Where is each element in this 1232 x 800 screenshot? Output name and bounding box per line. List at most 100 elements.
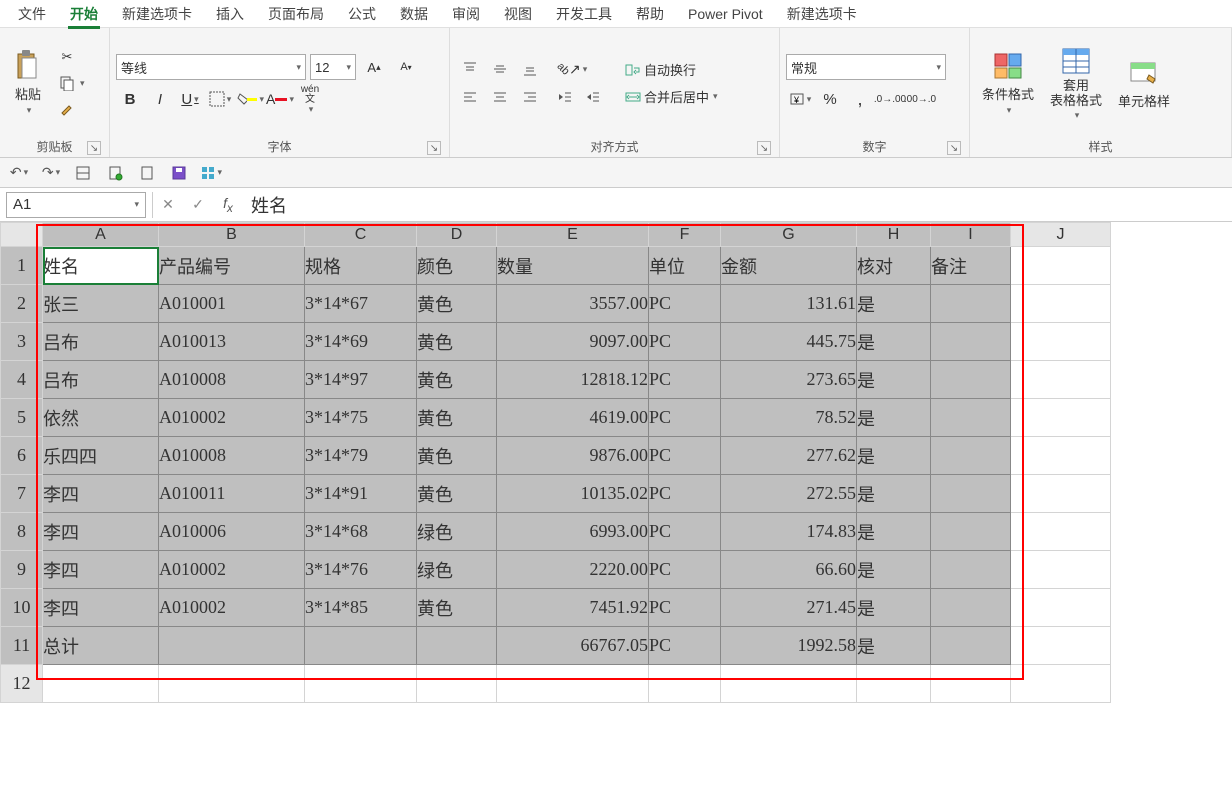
cell[interactable]: PC [649, 513, 721, 551]
cell[interactable]: 总计 [43, 627, 159, 665]
cell[interactable]: 黄色 [417, 399, 497, 437]
font-launcher[interactable]: ↘ [427, 141, 441, 155]
row-header-6[interactable]: 6 [1, 437, 43, 475]
number-format-select[interactable]: 常规▾ [786, 54, 946, 80]
align-top-button[interactable] [456, 56, 484, 82]
cell[interactable]: 乐四四 [43, 437, 159, 475]
decrease-decimal-button[interactable]: .00→.0 [906, 86, 934, 112]
cell[interactable]: A010002 [159, 589, 305, 627]
cell[interactable]: 数量 [497, 247, 649, 285]
tab-11[interactable]: Power Pivot [676, 2, 775, 26]
cell[interactable] [1011, 437, 1111, 475]
cell[interactable] [649, 665, 721, 703]
row-header-2[interactable]: 2 [1, 285, 43, 323]
cell[interactable]: A010001 [159, 285, 305, 323]
wrap-text-button[interactable]: 自动换行 [620, 58, 722, 81]
col-header-E[interactable]: E [497, 223, 649, 247]
increase-indent-button[interactable] [580, 84, 606, 110]
cell[interactable]: 黄色 [417, 361, 497, 399]
cell[interactable] [1011, 285, 1111, 323]
underline-button[interactable]: U▾ [176, 86, 204, 112]
align-center-button[interactable] [486, 84, 514, 110]
cell[interactable]: 依然 [43, 399, 159, 437]
cell[interactable] [931, 323, 1011, 361]
cell[interactable]: PC [649, 551, 721, 589]
cell[interactable]: 规格 [305, 247, 417, 285]
cell[interactable]: 3*14*68 [305, 513, 417, 551]
cell[interactable]: 黄色 [417, 589, 497, 627]
cell[interactable]: 3*14*91 [305, 475, 417, 513]
select-all-corner[interactable] [1, 223, 43, 247]
cell[interactable]: 黄色 [417, 323, 497, 361]
row-header-7[interactable]: 7 [1, 475, 43, 513]
cell[interactable]: 绿色 [417, 513, 497, 551]
cell[interactable]: 9097.00 [497, 323, 649, 361]
cell[interactable]: 3*14*67 [305, 285, 417, 323]
tab-0[interactable]: 文件 [6, 0, 58, 28]
col-header-A[interactable]: A [43, 223, 159, 247]
cell[interactable]: A010008 [159, 361, 305, 399]
decrease-font-button[interactable]: A▾ [392, 54, 420, 80]
cancel-formula-button[interactable]: ✕ [153, 192, 183, 218]
cell[interactable]: A010002 [159, 399, 305, 437]
row-header-8[interactable]: 8 [1, 513, 43, 551]
orientation-button[interactable]: ab↗▾ [552, 56, 592, 82]
cell[interactable]: PC [649, 475, 721, 513]
cell[interactable] [931, 589, 1011, 627]
fx-button[interactable]: fx [213, 192, 243, 218]
tab-12[interactable]: 新建选项卡 [775, 0, 869, 28]
cell[interactable]: A010013 [159, 323, 305, 361]
cell[interactable] [1011, 399, 1111, 437]
col-header-B[interactable]: B [159, 223, 305, 247]
cell[interactable] [931, 475, 1011, 513]
redo-button[interactable]: ↷▾ [40, 162, 62, 184]
cell[interactable]: 单位 [649, 247, 721, 285]
cell[interactable]: A010002 [159, 551, 305, 589]
cell[interactable]: 是 [857, 399, 931, 437]
clipboard-launcher[interactable]: ↘ [87, 141, 101, 155]
cell[interactable] [931, 513, 1011, 551]
cell[interactable] [931, 627, 1011, 665]
cell[interactable] [1011, 513, 1111, 551]
cell[interactable]: A010006 [159, 513, 305, 551]
copy-button[interactable]: ▾ [54, 72, 89, 94]
cell[interactable] [931, 285, 1011, 323]
cell[interactable]: 78.52 [721, 399, 857, 437]
tab-2[interactable]: 新建选项卡 [110, 0, 204, 28]
cell[interactable]: 姓名 [43, 247, 159, 285]
cell[interactable]: 66.60 [721, 551, 857, 589]
merge-center-button[interactable]: 合并后居中▾ [620, 85, 722, 108]
cell[interactable]: 7451.92 [497, 589, 649, 627]
cell[interactable] [931, 437, 1011, 475]
tab-4[interactable]: 页面布局 [256, 0, 336, 28]
row-header-5[interactable]: 5 [1, 399, 43, 437]
cell[interactable]: A010011 [159, 475, 305, 513]
col-header-F[interactable]: F [649, 223, 721, 247]
cell[interactable]: 黄色 [417, 285, 497, 323]
font-color-button[interactable]: A▾ [266, 86, 294, 112]
cell[interactable]: 是 [857, 361, 931, 399]
cell[interactable]: 272.55 [721, 475, 857, 513]
enter-formula-button[interactable]: ✓ [183, 192, 213, 218]
format-as-table-button[interactable]: 套用 表格格式▾ [1044, 43, 1108, 123]
cell[interactable]: PC [649, 323, 721, 361]
conditional-format-button[interactable]: 条件格式▾ [976, 48, 1040, 118]
cell[interactable]: 是 [857, 437, 931, 475]
cell[interactable]: 备注 [931, 247, 1011, 285]
cell[interactable]: 绿色 [417, 551, 497, 589]
tab-8[interactable]: 视图 [492, 0, 544, 28]
cell[interactable] [721, 665, 857, 703]
alignment-launcher[interactable]: ↘ [757, 141, 771, 155]
cell[interactable]: 是 [857, 513, 931, 551]
qat-icon-3[interactable] [136, 162, 158, 184]
qat-icon-1[interactable] [72, 162, 94, 184]
increase-font-button[interactable]: A▴ [360, 54, 388, 80]
comma-button[interactable]: , [846, 86, 874, 112]
cell[interactable]: 金额 [721, 247, 857, 285]
cell-styles-button[interactable]: 单元格样 [1112, 55, 1176, 112]
cell[interactable]: A010008 [159, 437, 305, 475]
format-painter-button[interactable] [54, 98, 89, 120]
cell[interactable]: 3*14*79 [305, 437, 417, 475]
cell[interactable]: 277.62 [721, 437, 857, 475]
cell[interactable]: 131.61 [721, 285, 857, 323]
